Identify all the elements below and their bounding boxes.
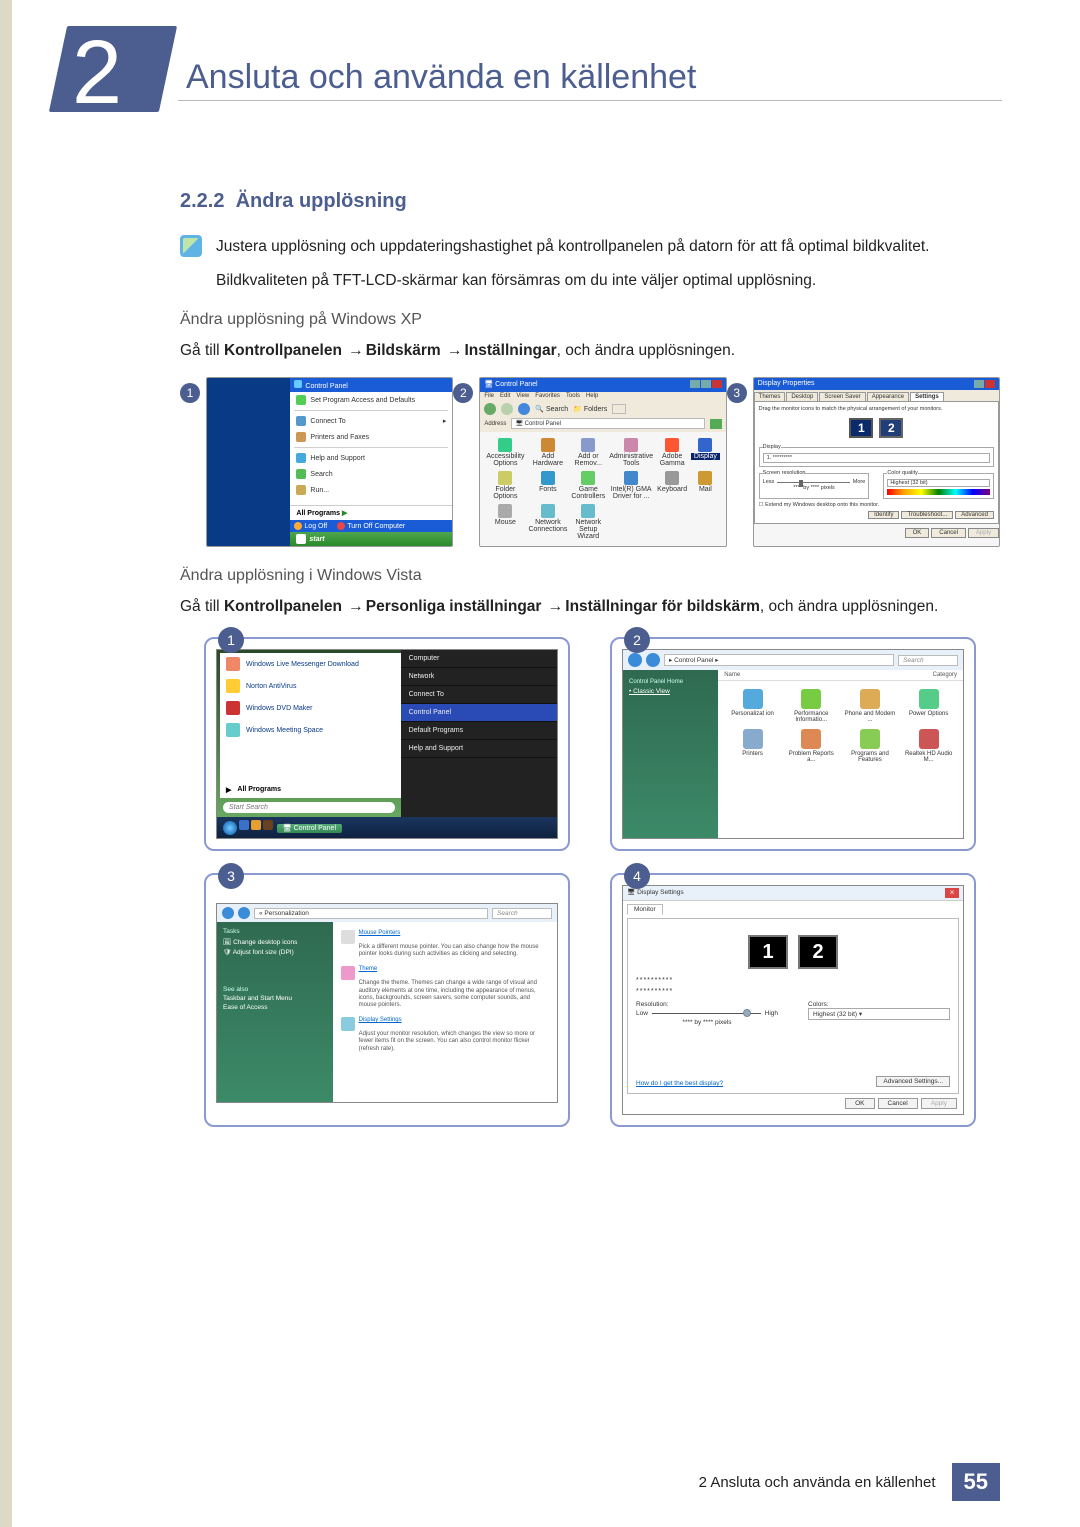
chapter-header: 2 Ansluta och använda en källenhet (0, 26, 1080, 126)
chapter-number: 2 (72, 22, 118, 125)
vista-step-4: 4 🖥 Display Settings× Monitor 12 *******… (610, 873, 976, 1127)
footer-text: 2 Ansluta och använda en källenhet (699, 1474, 936, 1491)
header-rule (178, 100, 1002, 101)
body-paragraph: Bildkvaliteten på TFT-LCD-skärmar kan fö… (216, 269, 1000, 293)
xp-subheading: Ändra upplösning på Windows XP (180, 311, 1000, 329)
v1-left-items: Windows Live Messenger DownloadNorton An… (220, 653, 401, 782)
vista-step-1: 1 Windows Live Messenger DownloadNorton … (204, 637, 570, 851)
xp-display-properties-screenshot: Display Properties Themes Desktop Screen… (753, 377, 1000, 547)
section-number: 2.2.2 (180, 190, 224, 212)
section-heading: 2.2.2 Ändra upplösning (180, 190, 1000, 213)
xp-start-menu-screenshot: Control Panel Set Program Access and Def… (206, 377, 453, 547)
vista-subheading: Ändra upplösning i Windows Vista (180, 567, 1000, 585)
page-number: 55 (952, 1463, 1000, 1501)
v2-grid: Personalizat ionPerformance Informatio..… (718, 681, 963, 771)
step-badge-3: 3 (727, 383, 747, 403)
vista-start-menu-screenshot: Windows Live Messenger DownloadNorton An… (216, 649, 558, 839)
vista-step-2: 2 ▸ Control Panel ▸ Search Control Panel… (610, 637, 976, 851)
side-accent (0, 0, 12, 1527)
xp-instruction: Gå till Kontrollpanelen →Bildskärm →Inst… (180, 339, 1000, 363)
info-callout: Justera upplösning och uppdateringshasti… (180, 235, 1000, 259)
step-badge-2: 2 (453, 383, 473, 403)
info-text-1: Justera upplösning och uppdateringshasti… (216, 235, 929, 259)
vista-instruction: Gå till Kontrollpanelen →Personliga inst… (180, 595, 1000, 619)
section-title: Ändra upplösning (236, 190, 407, 212)
vista-display-settings-screenshot: 🖥 Display Settings× Monitor 12 *********… (622, 885, 964, 1115)
info-icon (180, 235, 202, 257)
chapter-title: Ansluta och använda en källenhet (186, 58, 696, 97)
xp-control-panel-screenshot: 🖥 Control Panel FileEditView FavoritesTo… (479, 377, 726, 547)
step-badge-1: 1 (180, 383, 200, 403)
xp2-grid: Accessibility OptionsAdd HardwareAdd or … (480, 432, 725, 546)
vista-control-panel-screenshot: ▸ Control Panel ▸ Search Control Panel H… (622, 649, 964, 839)
vista-step-3: 3 « Personalization Search Tasks 🖼 Chang… (204, 873, 570, 1127)
vista-personalization-screenshot: « Personalization Search Tasks 🖼 Change … (216, 903, 558, 1103)
v1-right-items: ComputerNetworkConnect ToControl PanelDe… (401, 650, 557, 817)
page-footer: 2 Ansluta och använda en källenhet 55 (699, 1463, 1000, 1501)
